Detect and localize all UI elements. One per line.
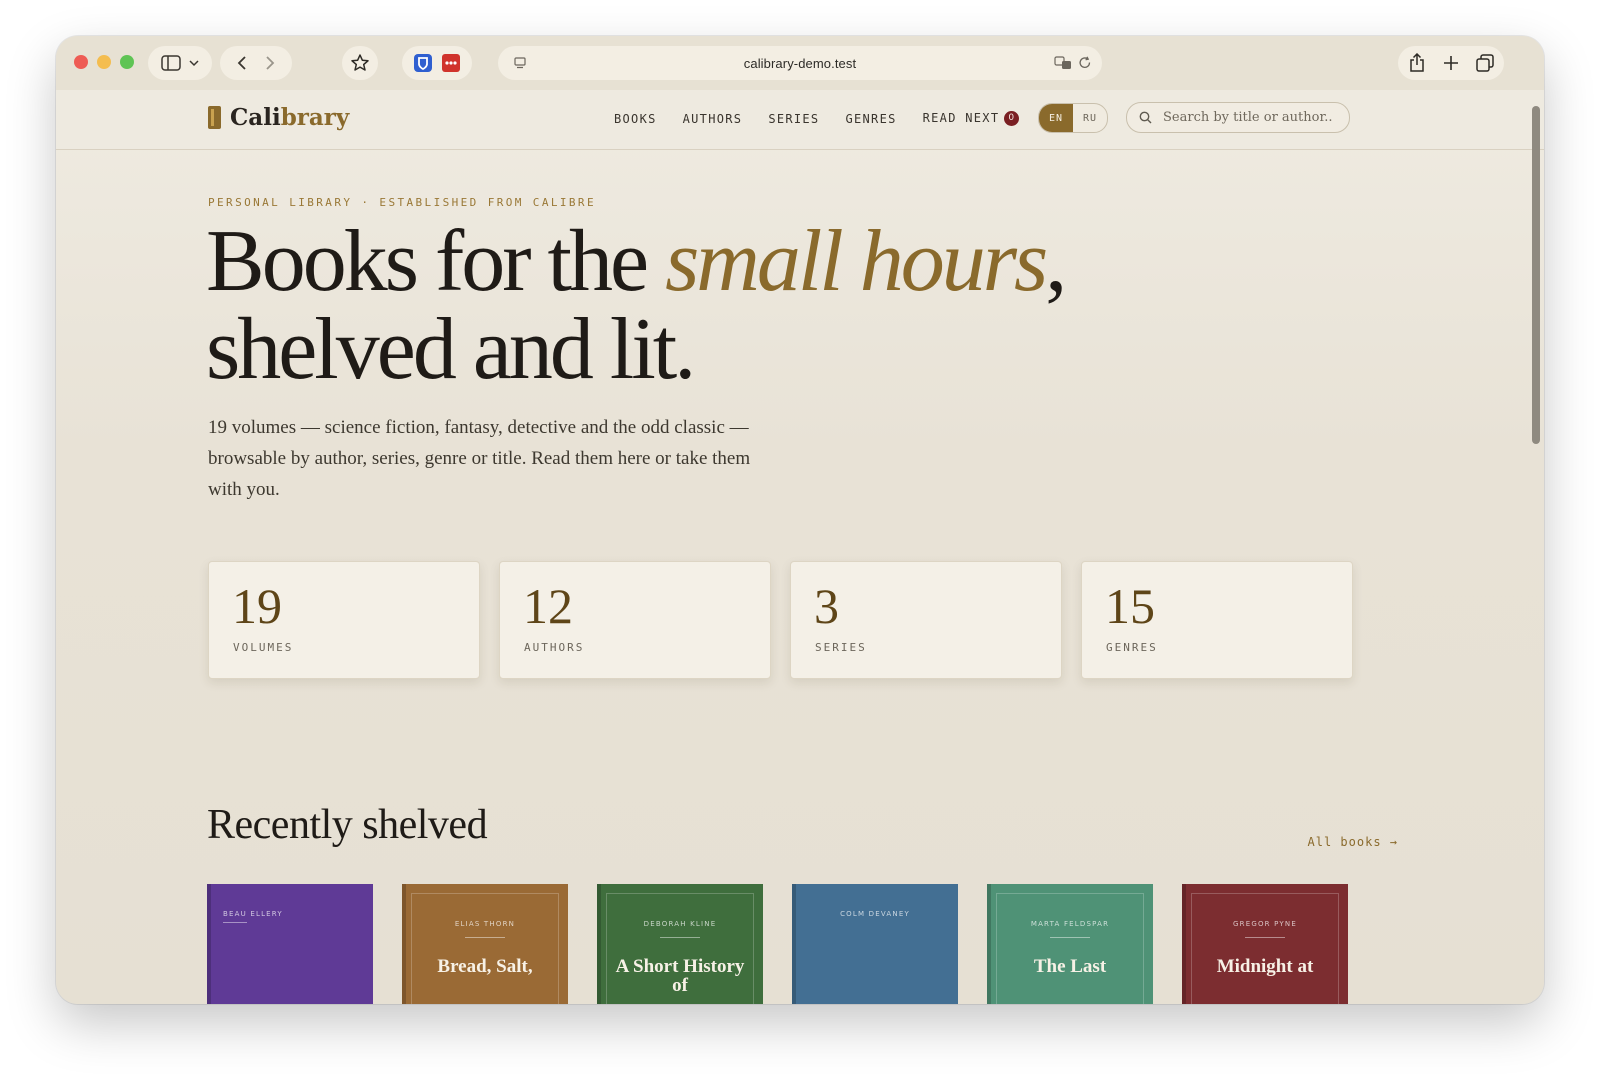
cover-rule xyxy=(1245,937,1285,938)
book-author: BEAU ELLERY xyxy=(223,910,283,918)
star-icon xyxy=(346,49,374,77)
stat-label: AUTHORS xyxy=(524,641,585,654)
book-author: DEBORAH KLINE xyxy=(643,920,717,928)
cover-frame xyxy=(1191,893,1339,1004)
close-window-button[interactable] xyxy=(74,55,88,69)
forward-icon[interactable] xyxy=(256,49,284,77)
book-cover[interactable]: DEBORAH KLINE A Short History of xyxy=(597,884,763,1004)
site-header: Cali brary BOOKS AUTHORS SERIES GENRES RE… xyxy=(56,90,1544,150)
stat-label: VOLUMES xyxy=(233,641,294,654)
search-input[interactable] xyxy=(1161,109,1345,126)
read-next-count-badge: 0 xyxy=(1004,111,1020,126)
nav-read-next[interactable]: READ NEXT 0 xyxy=(923,111,1020,126)
stat-value: 15 xyxy=(1105,578,1155,634)
page-settings-icon[interactable] xyxy=(506,49,534,77)
recently-shelved-heading: Recently shelved xyxy=(207,802,488,848)
nav-series[interactable]: SERIES xyxy=(768,112,819,126)
browser-window: calibrary-demo.test Cali brary BOOKS AUT… xyxy=(56,36,1544,1004)
share-icon[interactable] xyxy=(1400,49,1434,77)
stat-card-genres[interactable]: 15 GENRES xyxy=(1081,561,1353,679)
book-cover[interactable]: COLM DEVANEY xyxy=(792,884,958,1004)
lang-en-button[interactable]: EN xyxy=(1039,104,1073,132)
stat-label: GENRES xyxy=(1106,641,1158,654)
stat-value: 19 xyxy=(232,578,282,634)
cover-rule xyxy=(223,922,247,923)
stat-value: 3 xyxy=(814,578,839,634)
stat-card-series[interactable]: 3 SERIES xyxy=(790,561,1062,679)
back-icon[interactable] xyxy=(228,49,256,77)
cover-rule xyxy=(465,937,505,938)
book-cover[interactable]: MARTA FELDSPAR The Last xyxy=(987,884,1153,1004)
nav-books[interactable]: BOOKS xyxy=(614,112,657,126)
url-text[interactable]: calibrary-demo.test xyxy=(744,56,856,71)
zoom-window-button[interactable] xyxy=(120,55,134,69)
logo-prefix: Cali xyxy=(230,104,281,131)
search-icon xyxy=(1133,104,1157,132)
sidebar-toggle-group[interactable] xyxy=(148,46,212,80)
hero-title-end: shelved and lit. xyxy=(206,301,696,398)
page-scrollbar[interactable] xyxy=(1532,106,1540,444)
book-logo-icon xyxy=(208,106,221,129)
sidebar-icon[interactable] xyxy=(157,49,185,77)
reload-icon[interactable] xyxy=(1074,49,1096,77)
password-manager-icon[interactable] xyxy=(409,49,437,77)
book-title: A Short History of xyxy=(615,956,745,996)
tab-overview-icon[interactable] xyxy=(1468,49,1502,77)
web-page: Cali brary BOOKS AUTHORS SERIES GENRES RE… xyxy=(56,90,1544,1004)
book-cover[interactable]: GREGOR PYNE Midnight at xyxy=(1182,884,1348,1004)
stat-card-volumes[interactable]: 19 VOLUMES xyxy=(208,561,480,679)
chevron-down-icon[interactable] xyxy=(185,49,203,77)
url-actions xyxy=(1052,49,1096,77)
book-title: Bread, Salt, xyxy=(437,956,533,977)
minimize-window-button[interactable] xyxy=(97,55,111,69)
site-logo[interactable]: Cali brary xyxy=(208,104,349,131)
book-author: GREGOR PYNE xyxy=(1233,920,1297,928)
hero-lede: 19 volumes — science fiction, fantasy, d… xyxy=(208,417,751,500)
nav-authors[interactable]: AUTHORS xyxy=(683,112,743,126)
window-actions-group xyxy=(1398,46,1504,80)
logo-suffix: brary xyxy=(280,104,350,131)
search-box xyxy=(1126,102,1350,133)
history-nav-group xyxy=(220,46,292,80)
book-cover[interactable]: ELIAS THORN Bread, Salt, xyxy=(402,884,568,1004)
book-author: COLM DEVANEY xyxy=(840,910,910,918)
new-tab-icon[interactable] xyxy=(1434,49,1468,77)
stats-row: 19 VOLUMES 12 AUTHORS 3 SERIES 15 GENRES xyxy=(208,561,1353,679)
extensions-group xyxy=(402,46,472,80)
stat-label: SERIES xyxy=(815,641,867,654)
stat-card-authors[interactable]: 12 AUTHORS xyxy=(499,561,771,679)
language-switcher: EN RU xyxy=(1038,103,1108,133)
book-author: MARTA FELDSPAR xyxy=(1030,920,1110,928)
main-menu: BOOKS AUTHORS SERIES GENRES READ NEXT 0 xyxy=(614,111,1045,126)
cover-frame xyxy=(411,893,559,1004)
hero-title: Books for the small hours, shelved and l… xyxy=(206,218,1106,394)
hero-title-emphasis: small hours xyxy=(665,213,1048,310)
all-books-link[interactable]: All books → xyxy=(1308,835,1398,849)
hero-title-start: Books for the xyxy=(206,213,666,310)
nav-read-next-label: READ NEXT xyxy=(922,111,1000,125)
cover-frame xyxy=(996,893,1144,1004)
cover-rule xyxy=(660,937,700,938)
bookmark-button[interactable] xyxy=(342,46,378,80)
book-cover[interactable]: BEAU ELLERY xyxy=(207,884,373,1004)
extension-dots-icon[interactable] xyxy=(437,49,465,77)
book-title: The Last xyxy=(1033,956,1107,977)
cover-rule xyxy=(1050,937,1090,938)
browser-toolbar: calibrary-demo.test xyxy=(56,36,1544,90)
hero-title-comma: , xyxy=(1045,213,1067,310)
book-shelf: BEAU ELLERY ELIAS THORN Bread, Salt, DEB… xyxy=(207,884,1348,1004)
book-title: Midnight at xyxy=(1216,956,1314,977)
nav-genres[interactable]: GENRES xyxy=(845,112,896,126)
lang-ru-button[interactable]: RU xyxy=(1073,104,1107,132)
hero-eyebrow: PERSONAL LIBRARY · ESTABLISHED FROM CALI… xyxy=(208,196,596,209)
translate-icon[interactable] xyxy=(1052,49,1074,77)
stat-value: 12 xyxy=(523,578,573,634)
address-bar[interactable]: calibrary-demo.test xyxy=(498,46,1102,80)
book-author: ELIAS THORN xyxy=(454,920,516,928)
